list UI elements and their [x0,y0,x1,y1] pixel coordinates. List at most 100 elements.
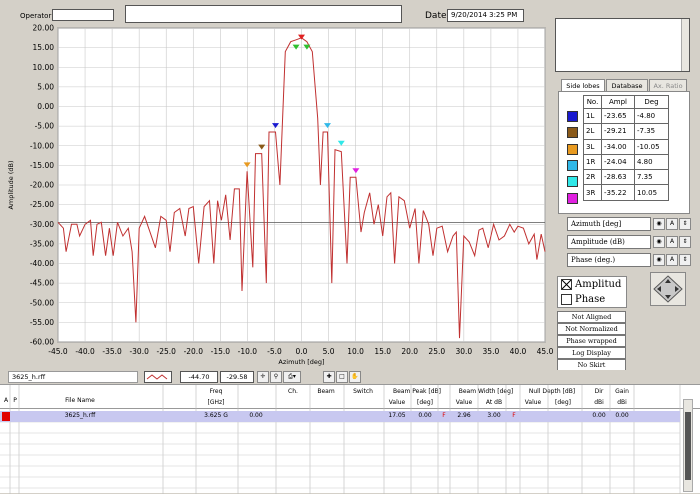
amplitude-checkbox[interactable] [561,279,572,290]
sidelobe-color-swatch[interactable] [567,176,578,187]
sidelobe-no: 1L [584,109,602,124]
azimuth-scale-icon[interactable]: ⇕ [679,218,691,230]
sidelobe-color-swatch[interactable] [567,127,578,138]
tab-ax-ratio[interactable]: Ax. Ratio [649,79,687,91]
check-icon [562,280,571,289]
phase-scale-icon[interactable]: ⇕ [679,254,691,266]
sidelobe-row[interactable]: 2R-28.637.35 [584,170,669,185]
axis-controls: Azimuth [deg] ◉ A ⇕ Amplitude (dB) ◉ A ⇕… [556,215,690,271]
phase-checkbox[interactable] [561,294,572,305]
row-gain: 0.00 [612,412,632,420]
x-tick-label: 45.0 [537,347,554,356]
sidelobe-color-swatch[interactable] [567,160,578,171]
x-tick-label: -20.0 [184,347,204,356]
row-flag-1: F [440,412,448,420]
sidelobe-deg: -10.05 [635,139,669,154]
phase-axis-field[interactable]: Phase (deg.) [567,253,651,267]
row-beam-width: 2.96 [453,412,475,420]
amplitude-chart[interactable]: -45.0-40.0-35.0-30.0-25.0-20.0-15.0-10.0… [0,22,556,368]
title-input[interactable] [125,5,402,23]
zoom-fit-icon[interactable]: □ [336,371,348,383]
sidelobe-panel: No. Ampl Deg 1L-23.65-4.802L-29.21-7.353… [558,91,690,214]
tab-panel: Side lobes Database Ax. Ratio No. Ampl D… [558,79,690,214]
phase-auto-icon[interactable]: A [666,254,678,266]
row-beam-peak: 17.05 [386,412,408,420]
sidelobe-ampl: -34.00 [602,139,635,154]
x-tick-label: -45.0 [48,347,68,356]
grid-scrollbar[interactable] [683,399,693,492]
azimuth-auto-icon[interactable]: A [666,218,678,230]
row-active-marker [2,412,10,421]
x-tick-label: 0.0 [296,347,308,356]
azimuth-axis-field[interactable]: Azimuth [deg] [567,217,651,231]
x-tick-label: -40.0 [75,347,95,356]
azimuth-lock-icon[interactable]: ◉ [653,218,665,230]
sidelobe-row[interactable]: 3R-35.2210.05 [584,185,669,200]
cursor-x-field[interactable]: -44.70 [180,371,218,383]
sidelobe-ampl: -23.65 [602,109,635,124]
sidelobe-no: 1R [584,154,602,169]
sidelobe-no: 3L [584,139,602,154]
x-tick-label: 15.0 [374,347,391,356]
sidelobe-row[interactable]: 2L-29.21-7.35 [584,124,669,139]
not-normalized-button[interactable]: Not Normalized [557,323,626,335]
col-no: No. [584,96,602,109]
sidelobe-color-swatch[interactable] [567,144,578,155]
sidelobe-deg: 10.05 [635,185,669,200]
amplitude-auto-icon[interactable]: A [666,236,678,248]
date-field[interactable]: 9/20/2014 3:25 PM [447,9,524,22]
x-tick-label: -5.0 [267,347,282,356]
grid-scroll-thumb[interactable] [685,412,691,480]
amplitude-legend-label: Amplitud [575,278,621,291]
hand-icon[interactable]: ✋ [349,371,361,383]
y-tick-label: 20.00 [33,24,55,33]
log-display-button[interactable]: Log Display [557,347,626,359]
sidelobe-deg: 4.80 [635,154,669,169]
row-beam-peak-deg: 0.00 [414,412,436,420]
move-cursor-icon[interactable]: ✛ [257,371,269,383]
tab-database[interactable]: Database [606,79,648,91]
sidelobe-deg: -4.80 [635,109,669,124]
sidelobe-ampl: -35.22 [602,185,635,200]
y-axis-label: Amplitude (dB) [7,160,15,209]
sidelobe-color-swatch[interactable] [567,193,578,204]
notes-scrollbar[interactable] [681,19,689,71]
table-row[interactable]: 3625_h.rff 3.625 G 0.00 17.05 0.00 F 2.9… [0,411,680,422]
zoom-icon[interactable]: ⚲ [270,371,282,383]
pan-control[interactable] [650,272,686,306]
amplitude-axis-field[interactable]: Amplitude (dB) [567,235,651,249]
sidelobe-color-swatch[interactable] [567,111,578,122]
trace-style-button[interactable] [144,371,172,383]
file-tab[interactable]: 3625_h.rff [8,371,138,383]
sidelobe-deg: 7.35 [635,170,669,185]
y-tick-label: -60.00 [30,338,54,347]
amplitude-scale-icon[interactable]: ⇕ [679,236,691,248]
row-freq: 3.625 G [196,412,236,420]
not-aligned-button[interactable]: Not Aligned [557,311,626,323]
line-style-icon [145,372,171,382]
operator-input[interactable] [52,9,114,21]
sidelobe-row[interactable]: 1R-24.044.80 [584,154,669,169]
print-menu-icon[interactable]: ⎙▾ [283,371,301,383]
date-label: Date [425,10,447,22]
sidelobe-no: 3R [584,185,602,200]
amplitude-lock-icon[interactable]: ◉ [653,236,665,248]
sidelobe-ampl: -29.21 [602,124,635,139]
notes-box[interactable] [555,18,690,72]
x-tick-label: 40.0 [510,347,527,356]
x-tick-label: -35.0 [102,347,122,356]
operator-label: Operator: [20,11,54,21]
y-tick-label: -20.00 [30,181,54,190]
x-tick-label: 35.0 [483,347,500,356]
pan-arrows-icon [651,273,685,305]
sidelobe-ampl: -24.04 [602,154,635,169]
cursor-y-field[interactable]: -29.58 [220,371,254,383]
phase-lock-icon[interactable]: ◉ [653,254,665,266]
phase-wrapped-button[interactable]: Phase wrapped [557,335,626,347]
sidelobe-row[interactable]: 3L-34.00-10.05 [584,139,669,154]
trace-legend: Amplitud Phase [557,276,627,308]
y-tick-label: 5.00 [37,82,54,91]
col-deg: Deg [635,96,669,109]
sidelobe-row[interactable]: 1L-23.65-4.80 [584,109,669,124]
crosshair-icon[interactable]: ✚ [323,371,335,383]
